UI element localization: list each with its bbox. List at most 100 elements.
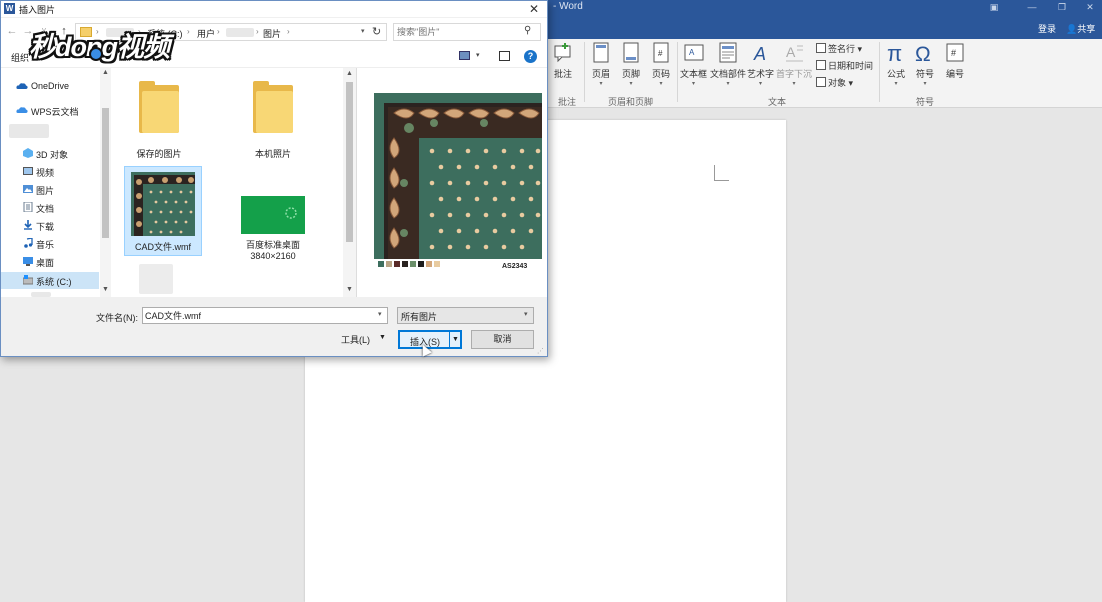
view-icon[interactable]: [459, 51, 470, 60]
help-icon[interactable]: ?: [524, 50, 537, 63]
chevron-right-icon: ›: [287, 27, 290, 36]
word-ribbon-options-button[interactable]: ▣: [980, 0, 1008, 14]
header-button[interactable]: 页眉 ▾: [590, 41, 612, 88]
svg-text:Ω: Ω: [915, 43, 931, 65]
svg-text:π: π: [887, 41, 902, 65]
nav-item-video[interactable]: 视频: [1, 163, 99, 180]
filetype-value: 所有图片: [401, 312, 438, 322]
insert-picture-dialog: W 插入图片 ✕ ← → ˅ ↑ › › 系统 (C:) › 用户 › › 图片…: [0, 0, 548, 357]
nav-item-desktop[interactable]: 桌面: [1, 253, 99, 270]
group-label-text: 文本: [768, 97, 787, 107]
signin-link[interactable]: 登录: [1038, 22, 1056, 35]
file-scroll-thumb[interactable]: [346, 82, 353, 242]
nav-item-label: WPS云文档: [31, 107, 79, 117]
filetype-select[interactable]: 所有图片 ▾: [397, 307, 534, 324]
word-close-button[interactable]: ✕: [1076, 0, 1102, 14]
dialog-close-button[interactable]: ✕: [521, 1, 547, 17]
tools-menu[interactable]: 工具(L): [341, 333, 370, 346]
search-icon[interactable]: ⚲: [524, 25, 531, 36]
scroll-up-icon[interactable]: ▲: [101, 69, 110, 76]
datetime-label: 日期和时间: [828, 61, 874, 71]
nav-item-wps-cloud[interactable]: WPS云文档: [1, 102, 99, 119]
filename-combobox[interactable]: ▾: [142, 307, 388, 324]
share-button[interactable]: 👤共享: [1066, 22, 1095, 35]
back-button[interactable]: ←: [5, 24, 19, 38]
preview-pane-icon[interactable]: [499, 51, 510, 61]
file-item-baidu-desktop[interactable]: 百度标准桌面 3840×2160: [234, 196, 312, 266]
comment-button[interactable]: 批注: [552, 41, 574, 80]
nav-item-3d-objects[interactable]: 3D 对象: [1, 145, 99, 162]
blurred-breadcrumb: [226, 28, 254, 37]
numbering-button[interactable]: # 编号: [944, 41, 966, 80]
insert-button[interactable]: 插入(S) ▼: [398, 330, 462, 349]
nav-item-documents[interactable]: 文档: [1, 199, 99, 216]
play-icon: [89, 47, 103, 61]
word-minimize-button[interactable]: —: [1018, 0, 1046, 14]
insert-options-dropdown[interactable]: ▼: [449, 331, 461, 348]
datetime-button[interactable]: 日期和时间: [816, 59, 873, 72]
quick-parts-button[interactable]: 文档部件 ▾: [710, 41, 746, 88]
group-label-header-footer: 页眉和页脚: [608, 97, 654, 107]
tools-dropdown-icon[interactable]: ▼: [379, 334, 386, 341]
nav-item-music[interactable]: 音乐: [1, 235, 99, 252]
page-number-button[interactable]: # 页码 ▾: [650, 41, 672, 88]
file-item-camera-roll[interactable]: 本机照片: [234, 81, 312, 165]
breadcrumb-users[interactable]: 用户: [197, 27, 215, 40]
nav-item-label: 文档: [36, 204, 55, 214]
scroll-up-icon[interactable]: ▲: [345, 70, 354, 77]
chevron-down-icon[interactable]: ▾: [378, 310, 382, 318]
file-list-scrollbar[interactable]: ▲ ▼: [343, 68, 356, 297]
chevron-down-icon: ▾: [692, 81, 696, 87]
nav-item-onedrive[interactable]: OneDrive: [1, 78, 99, 95]
chevron-down-icon: ▾: [923, 81, 927, 87]
folder-icon: [253, 81, 293, 133]
music-icon: [24, 238, 33, 248]
preview-pane: AS2343: [356, 68, 547, 297]
textbox-button[interactable]: A 文本框 ▾: [680, 41, 707, 88]
nav-item-system-drive[interactable]: 系统 (C:): [1, 272, 99, 289]
breadcrumb-pictures[interactable]: 图片: [263, 27, 281, 40]
file-item-label: 百度标准桌面: [245, 240, 300, 250]
preview-code-label: AS2343: [502, 263, 527, 270]
search-box[interactable]: ⚲: [393, 23, 541, 41]
scroll-down-icon[interactable]: ▼: [345, 286, 354, 293]
folder-icon: [139, 81, 179, 133]
ribbon-separator: [677, 42, 678, 102]
pictures-icon: [23, 185, 33, 193]
signature-line-button[interactable]: 签名行 ▾: [816, 42, 862, 55]
page-number-label: 页码: [651, 69, 670, 79]
calendar-icon: [816, 60, 826, 70]
object-button[interactable]: 对象 ▾: [816, 76, 853, 89]
footer-button[interactable]: 页脚 ▾: [620, 41, 642, 88]
word-restore-button[interactable]: ❐: [1048, 0, 1076, 14]
nav-item-label: 音乐: [36, 240, 55, 250]
file-item-cad-wmf[interactable]: CAD文件.wmf: [124, 166, 202, 256]
numbering-icon: #: [946, 43, 964, 62]
green-wallpaper-thumbnail: [241, 196, 305, 234]
cancel-label: 取消: [493, 334, 512, 344]
nav-item-pictures[interactable]: 图片: [1, 181, 99, 198]
scroll-down-icon[interactable]: ▼: [101, 286, 110, 293]
file-item-saved-pictures[interactable]: 保存的图片: [120, 81, 198, 165]
chevron-down-icon: ▾: [759, 81, 763, 87]
cancel-button[interactable]: 取消: [471, 330, 534, 349]
video-icon: [23, 167, 33, 175]
nav-item-downloads[interactable]: 下载: [1, 217, 99, 234]
nav-scroll-thumb[interactable]: [102, 108, 109, 238]
symbol-button[interactable]: Ω 符号 ▾: [914, 41, 936, 88]
resize-grip[interactable]: ⋰: [537, 347, 544, 355]
filename-input[interactable]: [145, 309, 370, 322]
equation-button[interactable]: π 公式 ▾: [885, 41, 907, 88]
group-label-symbols: 符号: [916, 97, 935, 107]
file-list: 保存的图片 本机照片 CAD文件.wmf 百度标准桌面 3840×2160 ▲ …: [111, 68, 356, 297]
refresh-icon[interactable]: ↻: [372, 25, 381, 38]
address-dropdown-icon[interactable]: ▾: [361, 27, 365, 35]
word-app-icon: W: [4, 3, 15, 14]
wordart-icon: A: [753, 44, 766, 64]
wordart-button[interactable]: A 艺术字 ▾: [747, 41, 774, 88]
search-input[interactable]: [397, 26, 517, 38]
dropcap-button[interactable]: A 首字下沉 ▾: [776, 41, 812, 88]
nav-scrollbar[interactable]: ▲ ▼: [100, 68, 111, 297]
view-dropdown-icon[interactable]: ▾: [476, 51, 480, 59]
chevron-right-icon: ›: [187, 27, 190, 36]
